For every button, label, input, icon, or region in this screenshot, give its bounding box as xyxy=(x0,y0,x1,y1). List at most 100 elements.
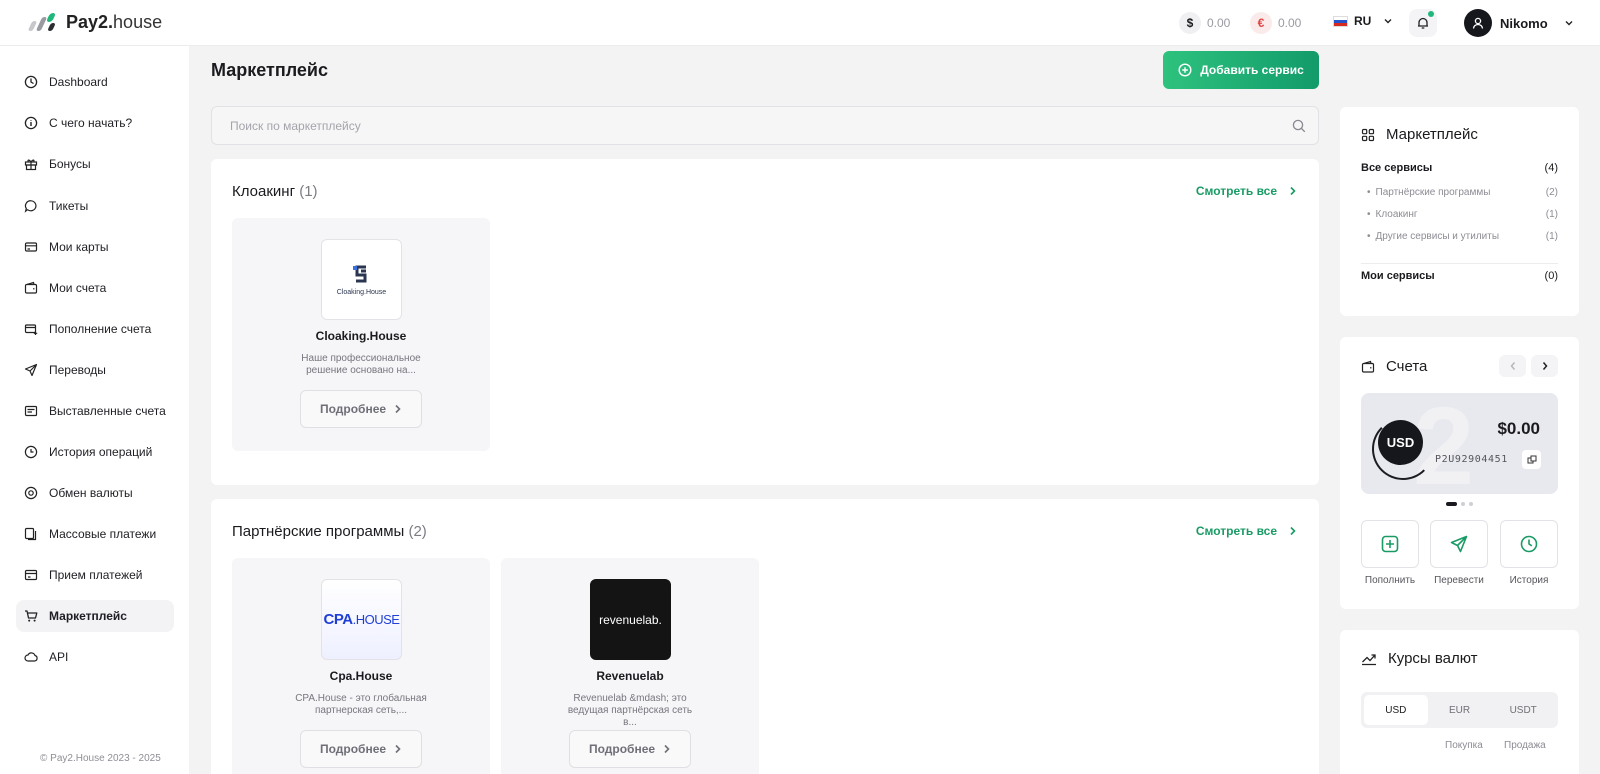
chevron-right-icon xyxy=(1290,186,1296,196)
cpa-logo-text: CPA.HOUSE xyxy=(324,611,400,628)
copyright-text: © Pay2.House 2023 - 2025 xyxy=(40,753,161,764)
sidebar-item-invoices[interactable]: Выставленные счета xyxy=(16,395,174,427)
filter-label: Партнёрские программы xyxy=(1367,187,1491,198)
page-title: Маркетплейс xyxy=(211,60,328,80)
sidebar-item-transfers[interactable]: Переводы xyxy=(16,354,174,386)
sidebar-item-dashboard[interactable]: Dashboard xyxy=(16,66,174,98)
sidebar-item-getting-started[interactable]: С чего начать? xyxy=(16,107,174,139)
mass-payment-icon xyxy=(24,527,37,541)
cart-icon xyxy=(25,610,38,622)
sidebar-item-label: Выставленные счета xyxy=(49,404,166,418)
filter-cloaking[interactable]: Клоакинг (1) xyxy=(1361,209,1558,220)
top-up-label: Пополнить xyxy=(1364,575,1416,586)
language-selector[interactable]: RU xyxy=(1333,14,1393,28)
transfer-action[interactable] xyxy=(1430,520,1488,568)
section-partner-programs: Партнёрские программы (2) Смотреть все C… xyxy=(211,499,1319,774)
chevron-right-icon xyxy=(664,744,670,754)
chevron-down-icon xyxy=(1384,19,1392,24)
logo-mark-icon xyxy=(27,12,58,33)
see-all-link[interactable]: Смотреть все xyxy=(1196,184,1297,198)
card-icon xyxy=(24,242,38,252)
section-title: Партнёрские программы (2) xyxy=(232,523,427,540)
account-card[interactable]: 2 USD $0.00 P2U92904451 xyxy=(1361,393,1558,494)
search-input[interactable] xyxy=(212,107,1318,144)
next-account-button[interactable] xyxy=(1531,355,1558,377)
sidebar: Dashboard С чего начать? Бонусы Тикеты М… xyxy=(0,46,189,774)
details-button[interactable]: Подробнее xyxy=(569,730,691,768)
sidebar-item-my-accounts[interactable]: Мои счета xyxy=(16,272,174,304)
carousel-dot[interactable] xyxy=(1461,502,1465,506)
sidebar-item-bonuses[interactable]: Бонусы xyxy=(16,148,174,180)
service-card[interactable]: revenuelab. Revenuelab Revenuelab &mdash… xyxy=(501,558,759,774)
chevron-right-icon xyxy=(1290,526,1296,536)
details-button[interactable]: Подробнее xyxy=(300,730,422,768)
cpa-logo-part-a: CPA xyxy=(323,611,354,628)
details-label: Подробнее xyxy=(588,742,656,756)
dashboard-icon xyxy=(24,75,38,89)
section-cloaking: Клоакинг (1) Смотреть все Cloaking.House… xyxy=(211,159,1319,485)
logo-sub-text: house xyxy=(113,12,163,32)
exchange-icon xyxy=(24,486,38,500)
sidebar-item-label: API xyxy=(49,650,69,664)
usd-balance-value: 0.00 xyxy=(1207,16,1231,30)
history-action[interactable] xyxy=(1500,520,1558,568)
cpa-logo-part-b: .HOUSE xyxy=(352,612,400,627)
sidebar-item-accept-payments[interactable]: Прием платежей xyxy=(16,559,174,591)
usd-balance[interactable]: $ 0.00 xyxy=(1179,12,1230,34)
history-icon xyxy=(24,445,38,459)
carousel-dot[interactable] xyxy=(1446,502,1457,506)
filter-my-services[interactable]: Мои сервисы (0) xyxy=(1361,270,1558,282)
filter-count: (1) xyxy=(1545,209,1558,220)
panel-title: Курсы валют xyxy=(1361,650,1478,667)
panel-title-text: Курсы валют xyxy=(1388,650,1478,667)
top-up-action[interactable] xyxy=(1361,520,1419,568)
service-name: Cpa.House xyxy=(329,669,393,683)
euro-icon: € xyxy=(1250,12,1272,34)
panel-title: Счета xyxy=(1361,358,1427,375)
topup-icon xyxy=(24,324,38,335)
currency-tabs: USD EUR USDT xyxy=(1361,692,1558,728)
sidebar-item-exchange[interactable]: Обмен валюты xyxy=(16,477,174,509)
carousel-dot[interactable] xyxy=(1469,502,1473,506)
sidebar-item-label: Массовые платежи xyxy=(49,527,157,541)
sidebar-item-marketplace[interactable]: Маркетплейс xyxy=(16,600,174,632)
eur-balance-value: 0.00 xyxy=(1278,16,1302,30)
sidebar-item-label: Бонусы xyxy=(49,157,91,171)
user-menu[interactable]: Nikomo xyxy=(1464,9,1574,37)
chevron-right-icon xyxy=(395,404,401,414)
filter-other-services[interactable]: Другие сервисы и утилиты (1) xyxy=(1361,231,1558,242)
sidebar-item-top-up[interactable]: Пополнение счета xyxy=(16,313,174,345)
service-card[interactable]: CPA.HOUSE Cpa.House CPA.House - это глоб… xyxy=(232,558,490,774)
details-button[interactable]: Подробнее xyxy=(300,390,422,428)
notifications-button[interactable] xyxy=(1409,9,1437,37)
dollar-icon: $ xyxy=(1179,12,1201,34)
sidebar-item-tickets[interactable]: Тикеты xyxy=(16,190,174,222)
account-balance: $0.00 xyxy=(1497,419,1540,438)
revenuelab-logo-text: revenuelab. xyxy=(599,612,662,627)
sidebar-item-label: История операций xyxy=(49,445,153,459)
sidebar-item-api[interactable]: API xyxy=(16,641,174,673)
logo[interactable]: Pay2.house xyxy=(27,12,163,33)
eur-balance[interactable]: € 0.00 xyxy=(1250,12,1301,34)
tab-usdt[interactable]: USDT xyxy=(1491,695,1555,725)
plus-circle-icon xyxy=(1178,63,1192,77)
sidebar-item-label: Прием платежей xyxy=(49,568,143,582)
sidebar-item-mass-payments[interactable]: Массовые платежи xyxy=(16,518,174,550)
history-label: История xyxy=(1509,575,1549,586)
search-bar xyxy=(211,106,1319,145)
filter-partner-programs[interactable]: Партнёрские программы (2) xyxy=(1361,187,1558,198)
filter-count: (4) xyxy=(1544,162,1558,174)
avatar xyxy=(1464,9,1492,37)
sidebar-item-history[interactable]: История операций xyxy=(16,436,174,468)
tab-usd[interactable]: USD xyxy=(1364,695,1428,725)
prev-account-button[interactable] xyxy=(1499,355,1526,377)
tab-eur[interactable]: EUR xyxy=(1428,695,1492,725)
language-label: RU xyxy=(1354,14,1372,28)
search-icon[interactable] xyxy=(1292,119,1306,133)
see-all-link[interactable]: Смотреть все xyxy=(1196,524,1297,538)
filter-all-services[interactable]: Все сервисы (4) xyxy=(1361,162,1558,174)
copy-button[interactable] xyxy=(1522,450,1541,469)
sidebar-item-my-cards[interactable]: Мои карты xyxy=(16,231,174,263)
add-service-button[interactable]: Добавить сервис xyxy=(1163,51,1319,89)
service-card[interactable]: Cloaking.House Cloaking.House Наше профе… xyxy=(232,218,490,451)
